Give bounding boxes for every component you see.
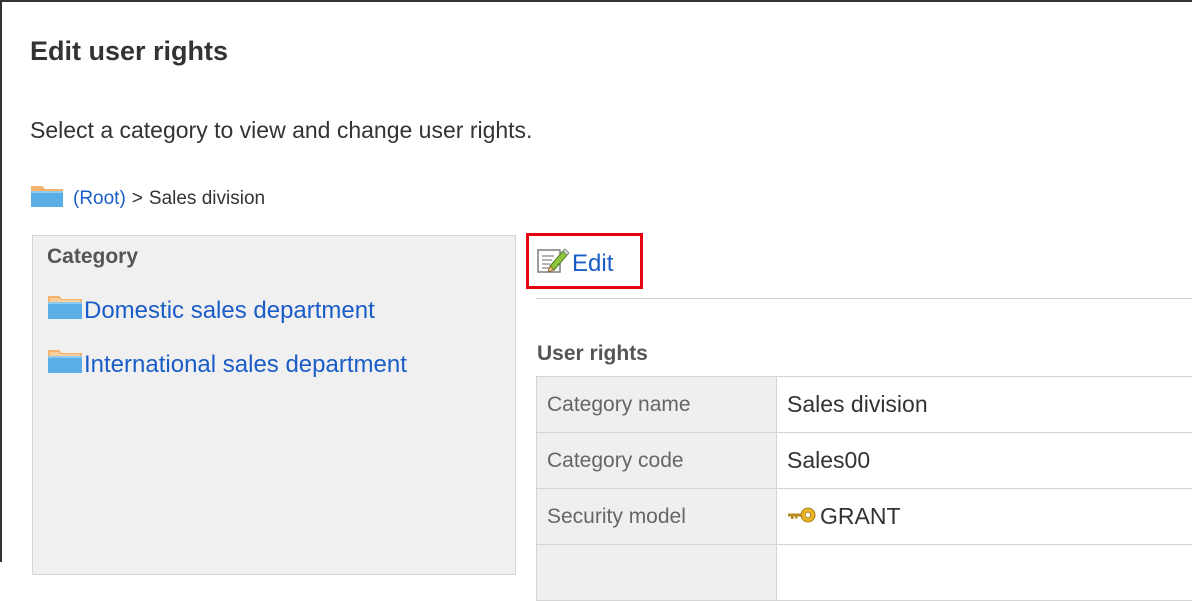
category-item-label[interactable]: International sales department (84, 351, 407, 379)
row-label: Security model (537, 489, 777, 545)
key-icon (787, 503, 817, 530)
category-item-domestic[interactable]: Domestic sales department (47, 294, 375, 327)
row-label: Category name (537, 377, 777, 433)
breadcrumb-current: Sales division (149, 188, 265, 210)
row-value: Sales00 (777, 433, 1192, 489)
edit-link-label[interactable]: Edit (572, 250, 613, 278)
breadcrumb: (Root) > Sales division (30, 184, 265, 214)
table-row (537, 545, 1192, 601)
folder-icon (30, 184, 64, 214)
row-value-cell: GRANT (777, 489, 1192, 545)
table-row: Category code Sales00 (537, 433, 1192, 489)
row-value-empty (777, 545, 1192, 601)
breadcrumb-separator: > (132, 188, 143, 210)
folder-icon (47, 294, 83, 327)
table-row: Security model GRANT (537, 489, 1192, 545)
edit-pencil-icon (536, 246, 570, 281)
section-divider (536, 298, 1192, 299)
category-item-international[interactable]: International sales department (47, 348, 407, 381)
user-rights-heading: User rights (537, 342, 648, 366)
page-description: Select a category to view and change use… (30, 117, 532, 144)
row-label-empty (537, 545, 777, 601)
table-row: Category name Sales division (537, 377, 1192, 433)
category-heading: Category (47, 245, 138, 269)
page-title: Edit user rights (30, 36, 228, 67)
user-rights-table: Category name Sales division Category co… (536, 376, 1192, 601)
edit-button[interactable]: Edit (536, 246, 613, 281)
folder-icon (47, 348, 83, 381)
breadcrumb-root-link[interactable]: (Root) (73, 188, 126, 210)
row-label: Category code (537, 433, 777, 489)
row-value: Sales division (777, 377, 1192, 433)
category-item-label[interactable]: Domestic sales department (84, 297, 375, 325)
category-panel: Category Domestic sales department Inter… (32, 235, 516, 575)
row-value: GRANT (820, 503, 901, 530)
